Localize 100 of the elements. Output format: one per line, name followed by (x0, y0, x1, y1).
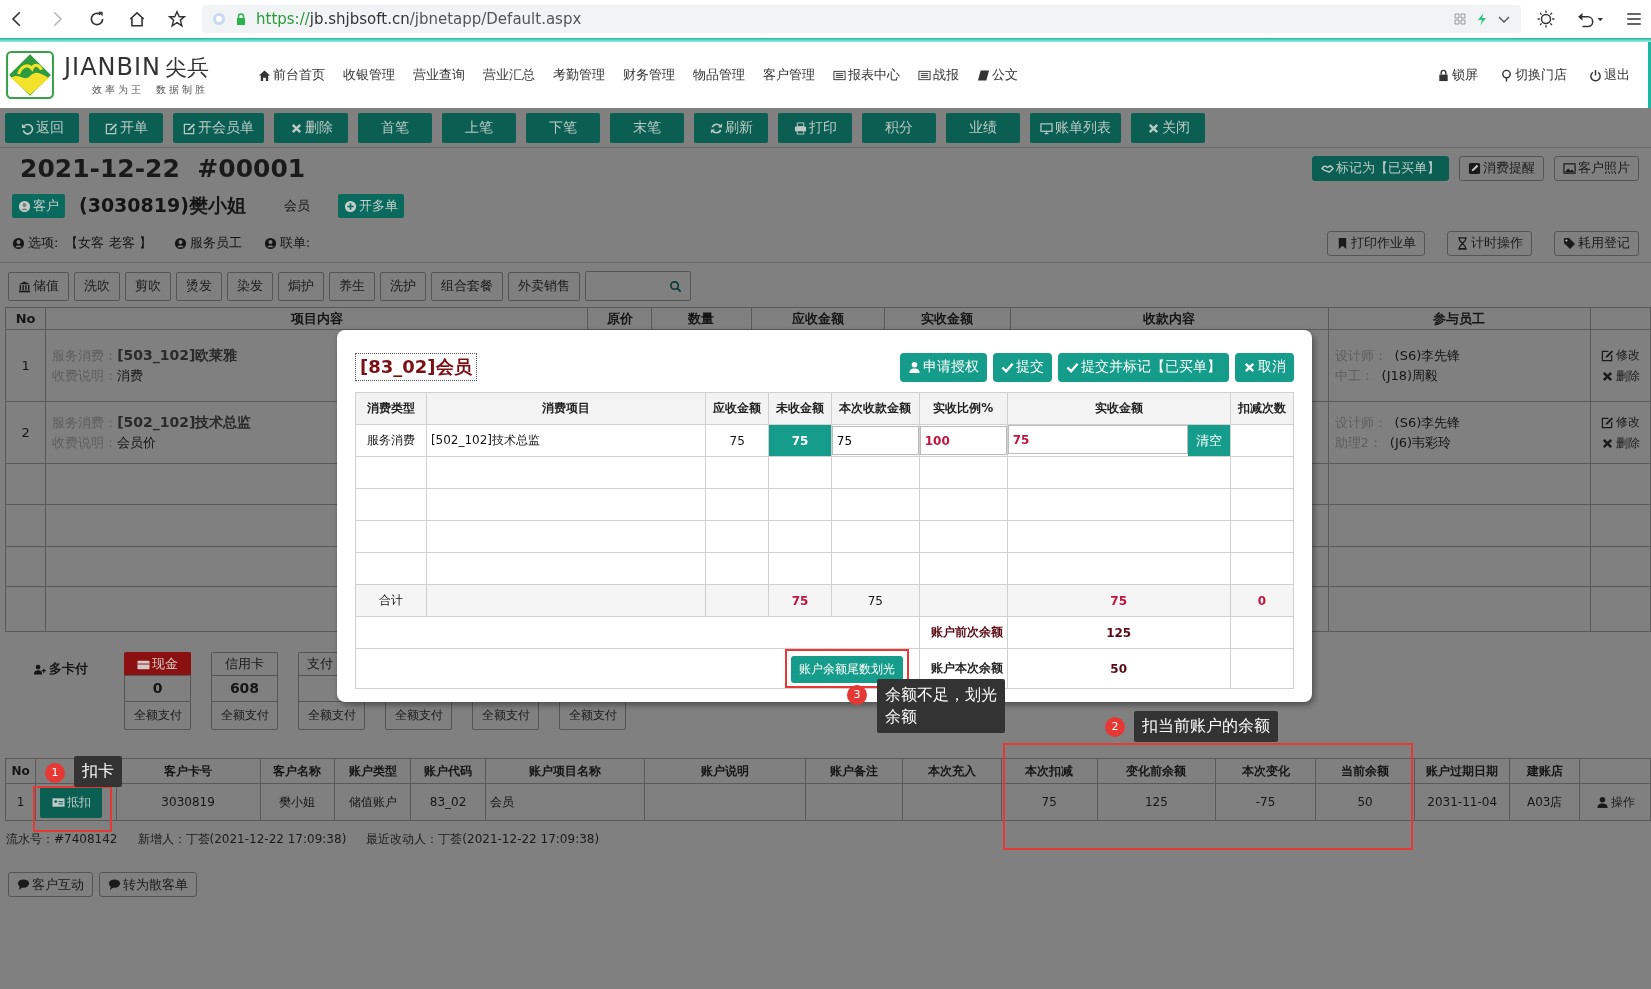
action-button[interactable]: 转为散客单 (99, 872, 197, 897)
nav-link[interactable]: 营业查询 (413, 66, 465, 84)
nav-link[interactable]: 公文 (977, 66, 1018, 84)
logo-chinese: 尖兵 (165, 54, 210, 82)
category-tab[interactable]: 剪吹 (125, 271, 171, 301)
payment-method-header[interactable]: 信用卡 (211, 652, 278, 675)
received-input[interactable]: 75 (1007, 425, 1188, 454)
item-name: [502_102]技术总监 (117, 414, 252, 430)
clear-balance-button[interactable]: 账户余额尾数划光 (790, 656, 903, 683)
dialog-title: [83_02]会员 (355, 353, 477, 381)
column-header: 账户代码 (410, 758, 486, 784)
ratio-input[interactable]: 100 (919, 426, 1007, 455)
toolbar-button[interactable]: 打印 (778, 113, 852, 143)
toolbar-button[interactable]: 末笔 (610, 113, 684, 143)
category-tab[interactable]: 外卖销售 (508, 271, 580, 301)
category-tab[interactable]: 烫发 (176, 271, 222, 301)
column-header: 本次变化 (1215, 758, 1316, 784)
nav-link[interactable]: 财务管理 (623, 66, 675, 84)
table-cell: 75 (768, 424, 832, 457)
column-header: 账户过期日期 (1414, 758, 1510, 784)
column-header: 消费项目 (426, 392, 706, 425)
column-header: 账户备注 (805, 758, 903, 784)
toolbar-button[interactable]: 关闭 (1131, 113, 1205, 143)
nav-link[interactable]: 客户管理 (763, 66, 815, 84)
table-cell: 1 (5, 329, 46, 402)
column-header: 本次扣减 (1001, 758, 1097, 784)
full-pay-button[interactable]: 全额支付 (211, 701, 278, 730)
charge-note: 会员价 (117, 435, 157, 450)
edit-link[interactable]: 修改 (1600, 413, 1640, 431)
category-tab[interactable]: 储值 (8, 271, 69, 301)
action-button[interactable]: 打印作业单 (1327, 230, 1425, 256)
category-tab[interactable]: 组合套餐 (431, 271, 503, 301)
full-pay-button[interactable]: 全额支付 (298, 701, 365, 730)
charge-note: 消费 (117, 368, 144, 383)
table-cell: 账户前次余额 (919, 616, 1008, 649)
table-cell: 2031-11-04 (1414, 783, 1510, 821)
full-pay-button[interactable]: 全额支付 (124, 701, 191, 730)
column-header: 建账店 (1509, 758, 1580, 784)
payment-input[interactable]: 75 (831, 426, 919, 455)
column-header: 客户名称 (260, 758, 335, 784)
full-pay-button[interactable]: 全额支付 (559, 701, 626, 730)
column-header: 当前余额 (1315, 758, 1415, 784)
action-button[interactable]: 客户互动 (8, 872, 93, 897)
toolbar-button[interactable]: 刷新 (694, 113, 768, 143)
delete-link[interactable]: 删除 (1600, 434, 1640, 452)
column-header: 本次充入 (902, 758, 1002, 784)
action-button[interactable]: 耗用登记 (1554, 230, 1639, 256)
payment-method-header[interactable]: 现金 (124, 652, 191, 675)
action-button[interactable]: 标记为【已买单】 (1312, 155, 1449, 181)
toolbar-button[interactable]: 积分 (862, 113, 936, 143)
multi-order-button[interactable]: 开多单 (337, 194, 404, 218)
dialog-button[interactable]: 提交并标记【已买单】 (1058, 352, 1229, 382)
dialog-button[interactable]: 提交 (993, 352, 1052, 382)
toolbar-button[interactable]: 删除 (274, 113, 348, 143)
nav-link[interactable]: 前台首页 (258, 66, 325, 84)
nav-link[interactable]: 退出 (1589, 66, 1630, 84)
toolbar-button[interactable]: 上笔 (442, 113, 516, 143)
clear-button[interactable]: 清空 (1187, 425, 1230, 456)
action-button[interactable]: 消费提醒 (1459, 155, 1544, 181)
toolbar-button[interactable]: 开会员单 (173, 113, 264, 143)
category-tab[interactable]: 染发 (227, 271, 273, 301)
address-bar[interactable]: https://jb.shjbsoft.cn/jbnetapp/Default.aspx (202, 5, 1521, 33)
toolbar-button[interactable]: 开单 (89, 113, 163, 143)
dialog-button[interactable]: 取消 (1235, 352, 1294, 382)
column-header: No (5, 758, 36, 784)
nav-link[interactable]: 营业汇总 (483, 66, 535, 84)
nav-link[interactable]: 考勤管理 (553, 66, 605, 84)
step-number: 2 (1105, 717, 1125, 737)
staff-name: (S6)李先锋 (1394, 347, 1461, 363)
toolbar-button[interactable]: 业绩 (946, 113, 1020, 143)
nav-link[interactable]: 物品管理 (693, 66, 745, 84)
full-pay-button[interactable]: 全额支付 (472, 701, 539, 730)
url-text: https://jb.shjbsoft.cn/jbnetapp/Default.aspx (256, 10, 582, 28)
customer-name: (3030819)樊小姐 (79, 193, 246, 218)
toolbar-button[interactable]: 下笔 (526, 113, 600, 143)
category-tab[interactable]: 洗吹 (74, 271, 120, 301)
action-button[interactable]: 客户照片 (1554, 155, 1639, 181)
nav-link[interactable]: 收银管理 (343, 66, 395, 84)
toolbar-button[interactable]: 返回 (5, 113, 79, 143)
category-tab[interactable]: 洗护 (380, 271, 426, 301)
column-header: 应收金额 (751, 307, 885, 330)
category-tab[interactable]: 养生 (329, 271, 375, 301)
action-button[interactable]: 计时操作 (1447, 230, 1532, 256)
toolbar-button[interactable]: 首笔 (358, 113, 432, 143)
nav-link[interactable]: 报表中心 (833, 66, 900, 84)
category-tab[interactable]: 焗护 (278, 271, 324, 301)
table-cell: A03店 (1509, 783, 1580, 821)
nav-link[interactable]: 锁屏 (1437, 66, 1478, 84)
edit-link[interactable]: 修改 (1600, 346, 1640, 364)
table-cell: -75 (1215, 783, 1316, 821)
callout-tooltip: 扣当前账户的余额 (1134, 711, 1278, 742)
delete-link[interactable]: 删除 (1600, 367, 1640, 385)
column-header: 实收比例% (919, 392, 1008, 425)
dialog-button[interactable]: 申请授权 (900, 352, 987, 382)
nav-link[interactable]: 战报 (918, 66, 959, 84)
deduct-button[interactable]: 抵扣 (40, 786, 103, 818)
full-pay-button[interactable]: 全额支付 (385, 701, 452, 730)
customer-tag[interactable]: 客户 (12, 194, 65, 218)
toolbar-button[interactable]: 账单列表 (1030, 113, 1121, 143)
nav-link[interactable]: 切换门店 (1500, 66, 1567, 84)
